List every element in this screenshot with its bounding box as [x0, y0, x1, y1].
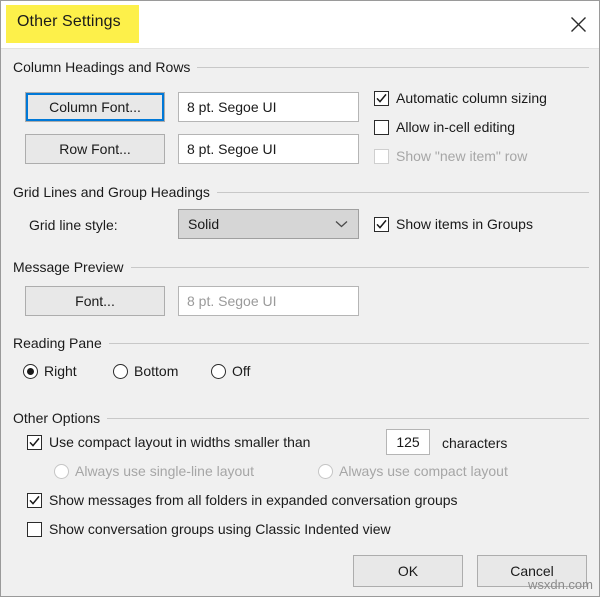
radio-always-compact-layout: Always use compact layout — [318, 463, 508, 479]
grid-line-style-value: Solid — [188, 216, 220, 232]
radio-label: Always use single-line layout — [75, 463, 254, 479]
section-rule — [216, 191, 589, 193]
message-preview-font-button[interactable]: Font... — [25, 286, 165, 316]
radio-circle — [113, 363, 128, 379]
row-font-value[interactable]: 8 pt. Segoe UI — [178, 134, 359, 164]
section-other-options: Other Options — [13, 410, 589, 426]
section-rule — [107, 417, 589, 419]
checkbox-label: Show conversation groups using Classic I… — [49, 521, 391, 537]
watermark: wsxdn.com — [527, 577, 593, 592]
checkbox-label: Show "new item" row — [396, 148, 528, 164]
section-reading-pane: Reading Pane — [13, 335, 589, 351]
radio-circle — [318, 463, 333, 479]
checkbox-box — [374, 119, 389, 135]
section-label-reading-pane: Reading Pane — [13, 335, 102, 351]
other-settings-dialog: Other Settings Column Headings and Rows … — [0, 0, 600, 597]
section-label-message-preview: Message Preview — [13, 259, 124, 275]
close-icon — [570, 16, 587, 33]
check-icon — [29, 495, 40, 505]
checkbox-box — [27, 521, 42, 537]
checkbox-label: Show items in Groups — [396, 216, 533, 232]
checkbox-show-new-item-row: Show "new item" row — [374, 148, 527, 164]
checkbox-classic-indented-view[interactable]: Show conversation groups using Classic I… — [27, 521, 391, 537]
section-rule — [197, 66, 589, 68]
column-font-value[interactable]: 8 pt. Segoe UI — [178, 92, 359, 122]
message-preview-font-value: 8 pt. Segoe UI — [178, 286, 359, 316]
checkbox-allow-in-cell-editing[interactable]: Allow in-cell editing — [374, 119, 515, 135]
radio-label: Bottom — [134, 363, 179, 379]
title-bar: Other Settings — [1, 1, 599, 49]
radio-circle — [211, 363, 226, 379]
grid-line-style-label: Grid line style: — [29, 217, 118, 233]
column-font-button[interactable]: Column Font... — [25, 92, 165, 122]
checkbox-show-messages-all-folders[interactable]: Show messages from all folders in expand… — [27, 492, 458, 508]
ok-button[interactable]: OK — [353, 555, 463, 587]
section-rule — [108, 342, 589, 344]
check-icon — [376, 93, 387, 103]
checkbox-use-compact-layout[interactable]: Use compact layout in widths smaller tha… — [27, 434, 310, 450]
checkbox-box — [27, 492, 42, 508]
checkbox-show-items-in-groups[interactable]: Show items in Groups — [374, 216, 533, 232]
checkbox-box — [374, 216, 389, 232]
section-message-preview: Message Preview — [13, 259, 589, 275]
section-column-headings: Column Headings and Rows — [13, 59, 589, 75]
close-button[interactable] — [555, 1, 599, 47]
checkbox-label: Automatic column sizing — [396, 90, 547, 106]
checkbox-label: Show messages from all folders in expand… — [49, 492, 458, 508]
radio-reading-pane-bottom[interactable]: Bottom — [113, 363, 178, 379]
check-icon — [29, 437, 40, 447]
row-font-button[interactable]: Row Font... — [25, 134, 165, 164]
chevron-down-icon — [335, 221, 348, 228]
page-title: Other Settings — [17, 13, 121, 30]
section-label-other-options: Other Options — [13, 410, 101, 426]
checkbox-label: Allow in-cell editing — [396, 119, 516, 135]
radio-circle — [54, 463, 69, 479]
checkbox-automatic-column-sizing[interactable]: Automatic column sizing — [374, 90, 547, 106]
grid-line-style-select[interactable]: Solid — [178, 209, 359, 239]
characters-label: characters — [442, 435, 508, 451]
checkbox-box — [27, 434, 42, 450]
radio-label: Always use compact layout — [339, 463, 508, 479]
radio-circle — [23, 363, 38, 379]
compact-width-input[interactable]: 125 — [386, 429, 430, 455]
radio-reading-pane-off[interactable]: Off — [211, 363, 250, 379]
section-rule — [130, 266, 589, 268]
radio-reading-pane-right[interactable]: Right — [23, 363, 77, 379]
checkbox-label: Use compact layout in widths smaller tha… — [49, 434, 311, 450]
radio-dot — [27, 367, 34, 375]
checkbox-box — [374, 90, 389, 106]
check-icon — [376, 219, 387, 229]
radio-always-single-line-layout: Always use single-line layout — [54, 463, 254, 479]
section-label-grid-lines: Grid Lines and Group Headings — [13, 184, 210, 200]
checkbox-box — [374, 148, 389, 164]
section-label-column-headings: Column Headings and Rows — [13, 59, 191, 75]
radio-label: Off — [232, 363, 251, 379]
section-grid-lines: Grid Lines and Group Headings — [13, 184, 589, 200]
radio-label: Right — [44, 363, 77, 379]
